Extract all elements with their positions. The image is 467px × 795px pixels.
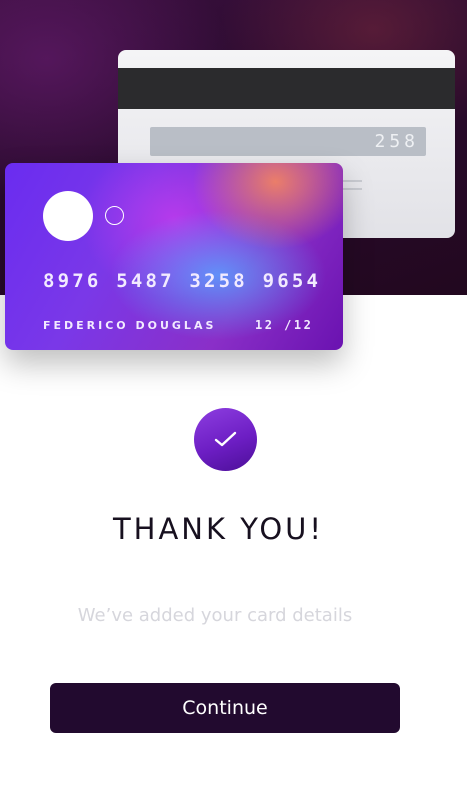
magnetic-stripe xyxy=(118,68,455,109)
card-front: 8976 5487 3258 9654 FEDERICO DOUGLAS 12 … xyxy=(5,163,343,350)
continue-button[interactable]: Continue xyxy=(50,683,400,733)
card-cvv: 258 xyxy=(374,131,419,152)
card-number: 8976 5487 3258 9654 xyxy=(43,270,322,292)
success-badge xyxy=(194,408,257,471)
thank-you-title: THANK YOU! xyxy=(112,512,325,546)
confirmation-subtitle: We’ve added your card details xyxy=(77,605,353,626)
card-logo-ring xyxy=(105,206,124,225)
check-icon xyxy=(214,431,237,447)
card-holder-name: FEDERICO DOUGLAS xyxy=(43,319,217,332)
card-logo-circle xyxy=(43,191,93,241)
card-expiry: 12 /12 xyxy=(255,318,314,332)
